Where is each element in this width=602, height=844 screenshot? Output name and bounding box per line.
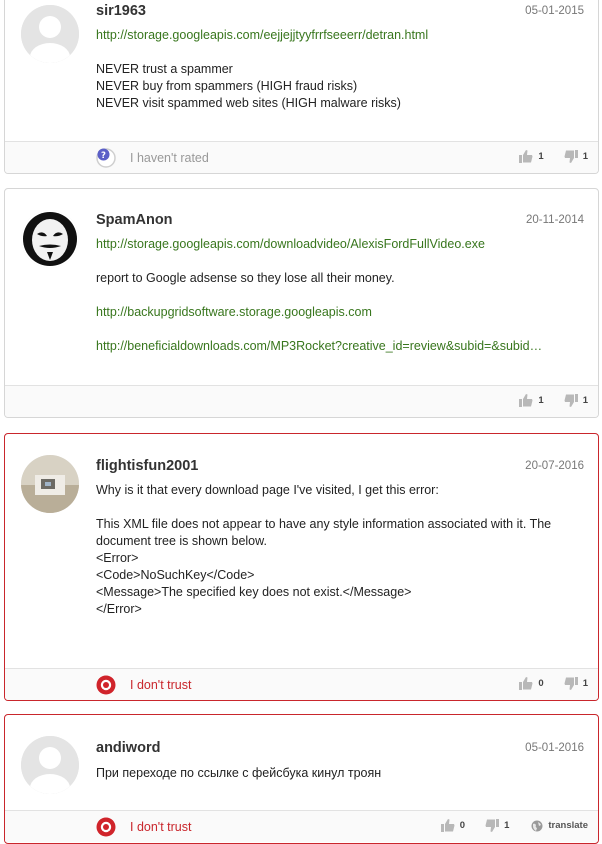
rating-status: ? I haven't rated: [96, 148, 209, 168]
review-line: This XML file does not appear to have an…: [96, 517, 552, 531]
review-line: NEVER buy from spammers (HIGH fraud risk…: [96, 79, 358, 93]
review-date: 20-11-2014: [526, 214, 584, 226]
review-link[interactable]: http://storage.googleapis.com/eejjejjtyy…: [96, 27, 586, 44]
review-line: <Code>NoSuchKey</Code>: [96, 568, 255, 582]
vote-controls: 1 1: [499, 394, 588, 407]
review-username[interactable]: andiword: [96, 740, 160, 756]
rating-status: I don't trust: [96, 675, 191, 695]
translate-button[interactable]: translate: [531, 820, 588, 832]
review-line: document tree is shown below.: [96, 534, 267, 548]
like-count: 1: [538, 151, 544, 162]
review-text: Why is it that every download page I've …: [96, 482, 586, 618]
rating-label: I haven't rated: [130, 151, 209, 165]
thumbs-up-icon: [519, 150, 533, 163]
avatar[interactable]: [21, 455, 79, 513]
like-button[interactable]: 1: [519, 150, 544, 163]
review-date: 05-01-2015: [525, 5, 584, 17]
thumbs-down-icon: [564, 150, 578, 163]
anonymous-mask-icon: [21, 210, 79, 268]
review-line: NEVER visit spammed web sites (HIGH malw…: [96, 96, 401, 110]
review-footer: ? I haven't rated 1 1: [5, 141, 598, 173]
review-card: SpamAnon 20-11-2014 http://storage.googl…: [4, 188, 599, 418]
default-avatar-icon: [21, 736, 79, 794]
review-date: 05-01-2016: [525, 742, 584, 754]
review-link[interactable]: http://backupgridsoftware.storage.google…: [96, 304, 586, 321]
review-line: <Message>The specified key does not exis…: [96, 585, 412, 599]
like-button[interactable]: 1: [519, 394, 544, 407]
review-text: При переходе по ссылке с фейсбука кинул …: [96, 765, 586, 782]
avatar[interactable]: [21, 736, 79, 794]
vote-controls: 0 1: [499, 677, 588, 690]
review-card: flightisfun2001 20-07-2016 Why is it tha…: [4, 433, 599, 701]
review-card: sir1963 05-01-2015 http://storage.google…: [4, 0, 599, 174]
like-count: 1: [538, 395, 544, 406]
thumbs-down-icon: [564, 394, 578, 407]
dislike-count: 1: [582, 678, 588, 689]
review-line: report to Google adsense so they lose al…: [96, 271, 395, 285]
dislike-count: 1: [582, 395, 588, 406]
user-photo-icon: [21, 455, 79, 513]
question-icon: ?: [96, 148, 116, 168]
rating-status: I don't trust: [96, 817, 191, 837]
rating-label: I don't trust: [130, 678, 192, 692]
review-username[interactable]: SpamAnon: [96, 212, 173, 228]
review-footer: I don't trust 0 1: [5, 810, 598, 842]
thumbs-down-icon: [485, 819, 500, 832]
review-line: Why is it that every download page I've …: [96, 483, 439, 497]
thumbs-up-icon: [519, 677, 533, 690]
review-line: </Error>: [96, 602, 142, 616]
dislike-button[interactable]: 1: [564, 150, 588, 163]
review-username[interactable]: sir1963: [96, 3, 146, 19]
review-line: При переходе по ссылке с фейсбука кинул …: [96, 766, 382, 780]
thumbs-up-icon: [440, 819, 455, 832]
vote-controls: 1 1: [499, 150, 588, 163]
review-footer: I don't trust 0 1: [5, 668, 598, 700]
dislike-count: 1: [582, 151, 588, 162]
review-username[interactable]: flightisfun2001: [96, 458, 198, 474]
like-button[interactable]: 0: [519, 677, 544, 690]
review-text: http://storage.googleapis.com/eejjejjtyy…: [96, 27, 586, 112]
dislike-button[interactable]: 1: [564, 677, 588, 690]
vote-controls: 0 1 translate: [421, 819, 588, 832]
distrust-icon: [96, 675, 116, 695]
review-footer: 1 1: [5, 385, 598, 417]
dislike-button[interactable]: 1: [564, 394, 588, 407]
translate-label: translate: [548, 820, 588, 831]
review-card: andiword 05-01-2016 При переходе по ссыл…: [4, 714, 599, 844]
review-line: NEVER trust a spammer: [96, 62, 233, 76]
avatar[interactable]: [21, 5, 79, 63]
dislike-count: 1: [504, 820, 510, 831]
svg-text:?: ?: [101, 151, 106, 161]
like-count: 0: [538, 678, 544, 689]
distrust-icon: [96, 817, 116, 837]
thumbs-up-icon: [519, 394, 533, 407]
thumbs-down-icon: [564, 677, 578, 690]
like-button[interactable]: 0: [440, 819, 466, 832]
review-link[interactable]: http://beneficialdownloads.com/MP3Rocket…: [96, 338, 586, 355]
globe-icon: [531, 820, 543, 831]
like-count: 0: [459, 820, 466, 831]
default-avatar-icon: [21, 5, 79, 63]
review-text: http://storage.googleapis.com/downloadvi…: [96, 236, 586, 355]
rating-label: I don't trust: [130, 820, 192, 834]
avatar[interactable]: [21, 210, 79, 268]
review-date: 20-07-2016: [525, 460, 584, 472]
dislike-button[interactable]: 1: [485, 819, 509, 832]
review-link[interactable]: http://storage.googleapis.com/downloadvi…: [96, 236, 586, 253]
review-line: <Error>: [96, 551, 139, 565]
